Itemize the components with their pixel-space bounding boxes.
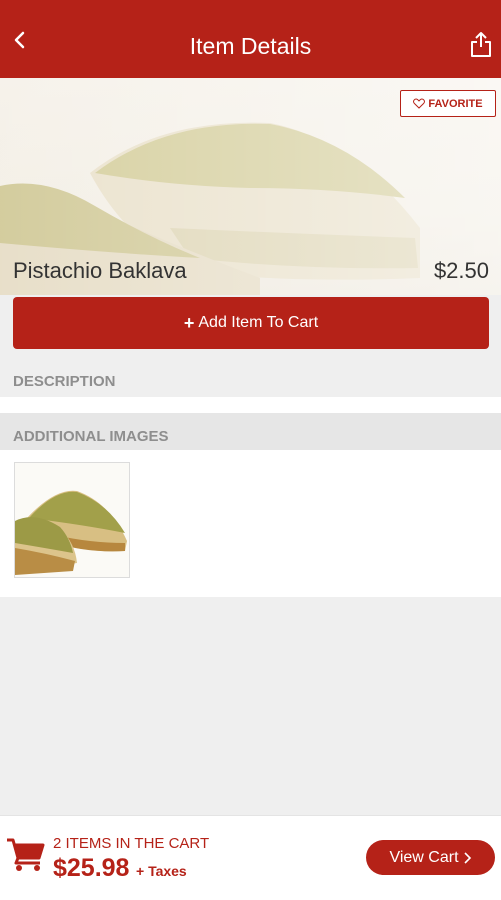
page-title: Item Details bbox=[189, 33, 312, 59]
heart-icon bbox=[413, 98, 426, 109]
app-header: Item Details bbox=[0, 0, 501, 78]
view-cart-button[interactable]: View Cart bbox=[366, 840, 495, 875]
item-name: Pistachio Baklava bbox=[13, 258, 187, 283]
additional-images-header: ADDITIONAL IMAGES bbox=[13, 428, 169, 445]
cart-item-count: 2 ITEMS IN THE CART bbox=[53, 835, 210, 852]
plus-icon: + bbox=[183, 312, 195, 333]
additional-image-thumbnail[interactable] bbox=[14, 462, 130, 578]
description-body bbox=[0, 397, 501, 413]
add-to-cart-label: Add Item To Cart bbox=[198, 314, 319, 331]
item-price: $2.50 bbox=[433, 258, 489, 283]
baklava-thumbnail-photo bbox=[15, 463, 129, 577]
chevron-right-icon bbox=[463, 851, 471, 864]
cart-taxes-label: + Taxes bbox=[136, 863, 187, 879]
additional-images-section bbox=[0, 450, 501, 597]
share-icon[interactable] bbox=[469, 30, 493, 58]
favorite-label: FAVORITE bbox=[428, 97, 483, 110]
cart-summary-bar: 2 ITEMS IN THE CART $25.98 + Taxes View … bbox=[0, 815, 501, 900]
description-header: DESCRIPTION bbox=[13, 373, 116, 390]
cart-total: $25.98 bbox=[53, 854, 130, 882]
favorite-button[interactable]: FAVORITE bbox=[400, 90, 496, 117]
add-to-cart-button[interactable]: + Add Item To Cart bbox=[13, 297, 489, 349]
shopping-cart-icon[interactable] bbox=[6, 836, 46, 872]
view-cart-label: View Cart bbox=[389, 848, 459, 866]
item-hero-image: FAVORITE Pistachio Baklava $2.50 bbox=[0, 78, 501, 295]
